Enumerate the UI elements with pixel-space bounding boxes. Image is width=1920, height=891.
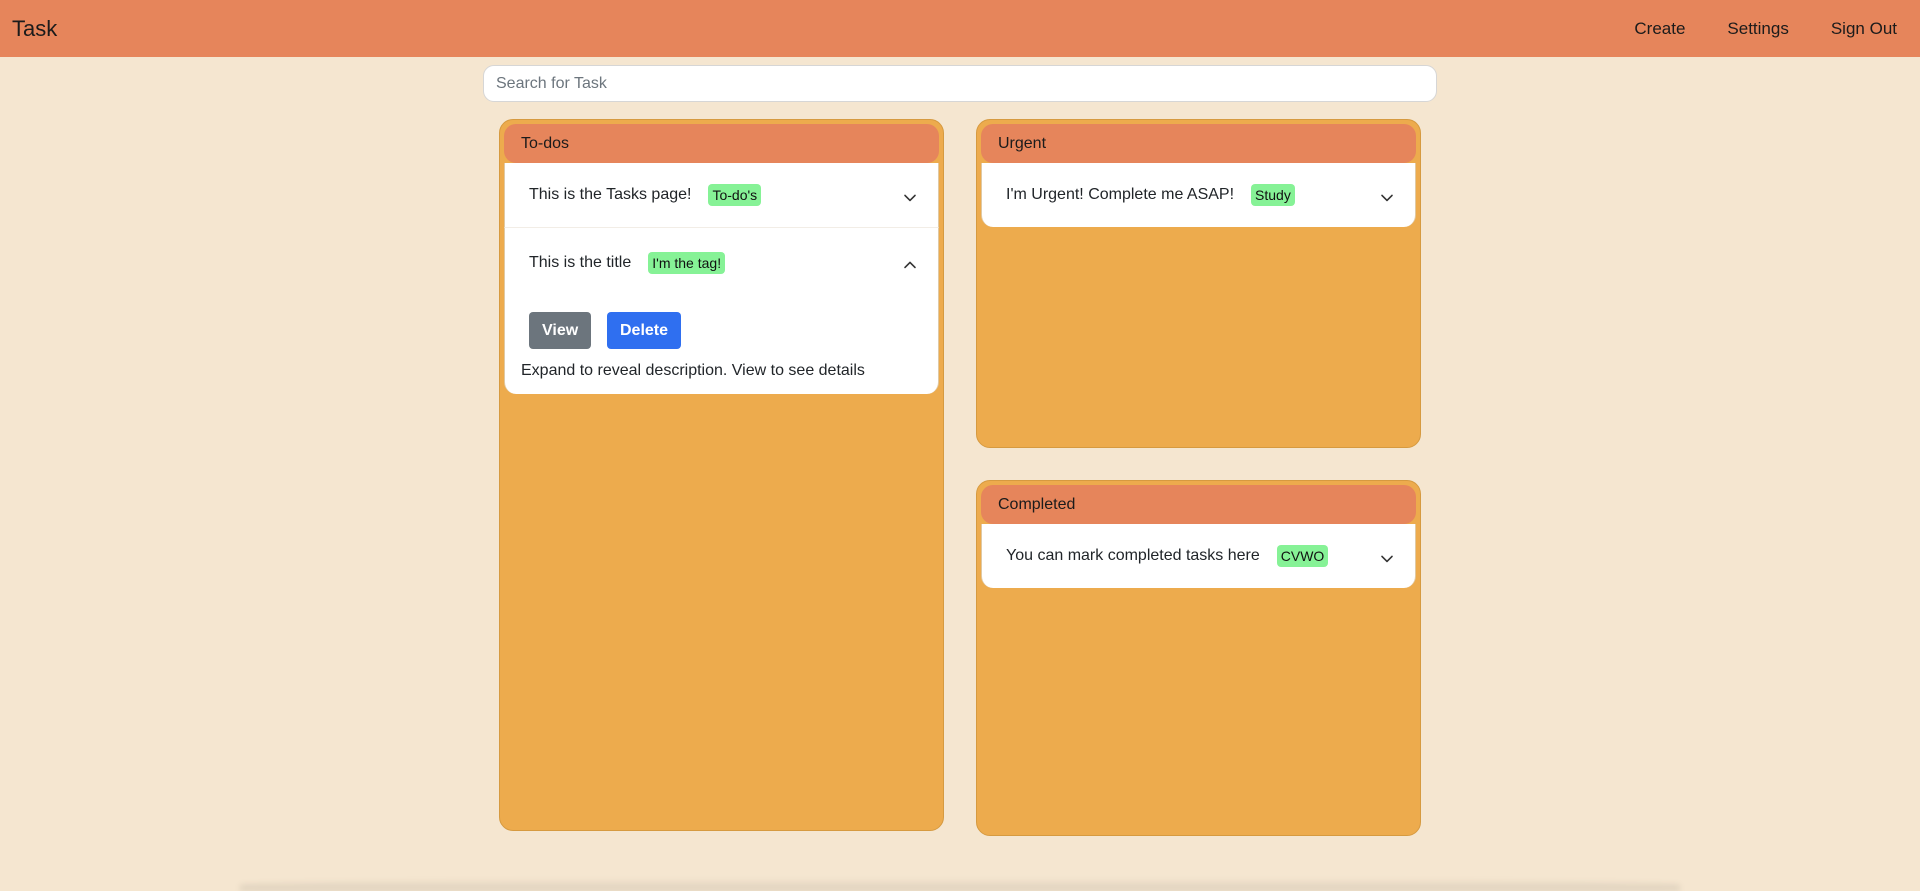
task-card-expanded: This is the title I'm the tag! View Dele… [504, 228, 939, 394]
todos-column-header: To-dos [504, 124, 939, 163]
task-title: This is the title [529, 254, 632, 271]
search-input[interactable] [483, 65, 1437, 102]
page-bottom-shadow [240, 878, 1680, 891]
chevron-down-icon[interactable] [902, 189, 918, 205]
column-title: To-dos [521, 134, 570, 152]
nav-create-link[interactable]: Create [1634, 19, 1685, 39]
chevron-down-icon[interactable] [1379, 550, 1395, 566]
task-tag: To-do's [708, 184, 762, 206]
task-card-body: View Delete Expand to reveal description… [505, 298, 938, 394]
completed-column-header: Completed [981, 485, 1416, 524]
task-title: I'm Urgent! Complete me ASAP! [1006, 186, 1235, 203]
task-description: Expand to reveal description. View to se… [521, 362, 865, 379]
todos-column: To-dos This is the Tasks page! To-do's T… [499, 119, 944, 831]
task-tag: Study [1251, 184, 1295, 206]
task-tag: CVWO [1276, 545, 1329, 567]
column-title: Urgent [998, 134, 1047, 152]
navbar: Task Create Settings Sign Out [0, 0, 1920, 57]
task-actions: View Delete [521, 312, 938, 349]
task-card: This is the Tasks page! To-do's [504, 163, 939, 228]
task-card-toggle[interactable]: This is the title I'm the tag! [505, 228, 938, 298]
column-title: Completed [998, 495, 1076, 513]
chevron-up-icon[interactable] [902, 257, 918, 273]
completed-column: Completed You can mark completed tasks h… [976, 480, 1421, 836]
nav-links: Create Settings Sign Out [1634, 19, 1897, 39]
task-card-toggle[interactable]: This is the Tasks page! To-do's [505, 163, 938, 227]
task-tag: I'm the tag! [648, 252, 726, 274]
chevron-down-icon[interactable] [1379, 189, 1395, 205]
nav-settings-link[interactable]: Settings [1727, 19, 1788, 39]
urgent-column: Urgent I'm Urgent! Complete me ASAP! Stu… [976, 119, 1421, 448]
task-card: I'm Urgent! Complete me ASAP! Study [981, 163, 1416, 227]
task-card-toggle[interactable]: I'm Urgent! Complete me ASAP! Study [982, 163, 1415, 227]
task-card-toggle[interactable]: You can mark completed tasks here CVWO [982, 524, 1415, 588]
task-title: This is the Tasks page! [529, 186, 692, 203]
nav-sign-out-link[interactable]: Sign Out [1831, 19, 1897, 39]
delete-button[interactable]: Delete [607, 312, 681, 349]
task-card: You can mark completed tasks here CVWO [981, 524, 1416, 588]
view-button[interactable]: View [529, 312, 591, 349]
urgent-column-header: Urgent [981, 124, 1416, 163]
task-title: You can mark completed tasks here [1006, 547, 1260, 564]
brand-link[interactable]: Task [12, 16, 57, 42]
